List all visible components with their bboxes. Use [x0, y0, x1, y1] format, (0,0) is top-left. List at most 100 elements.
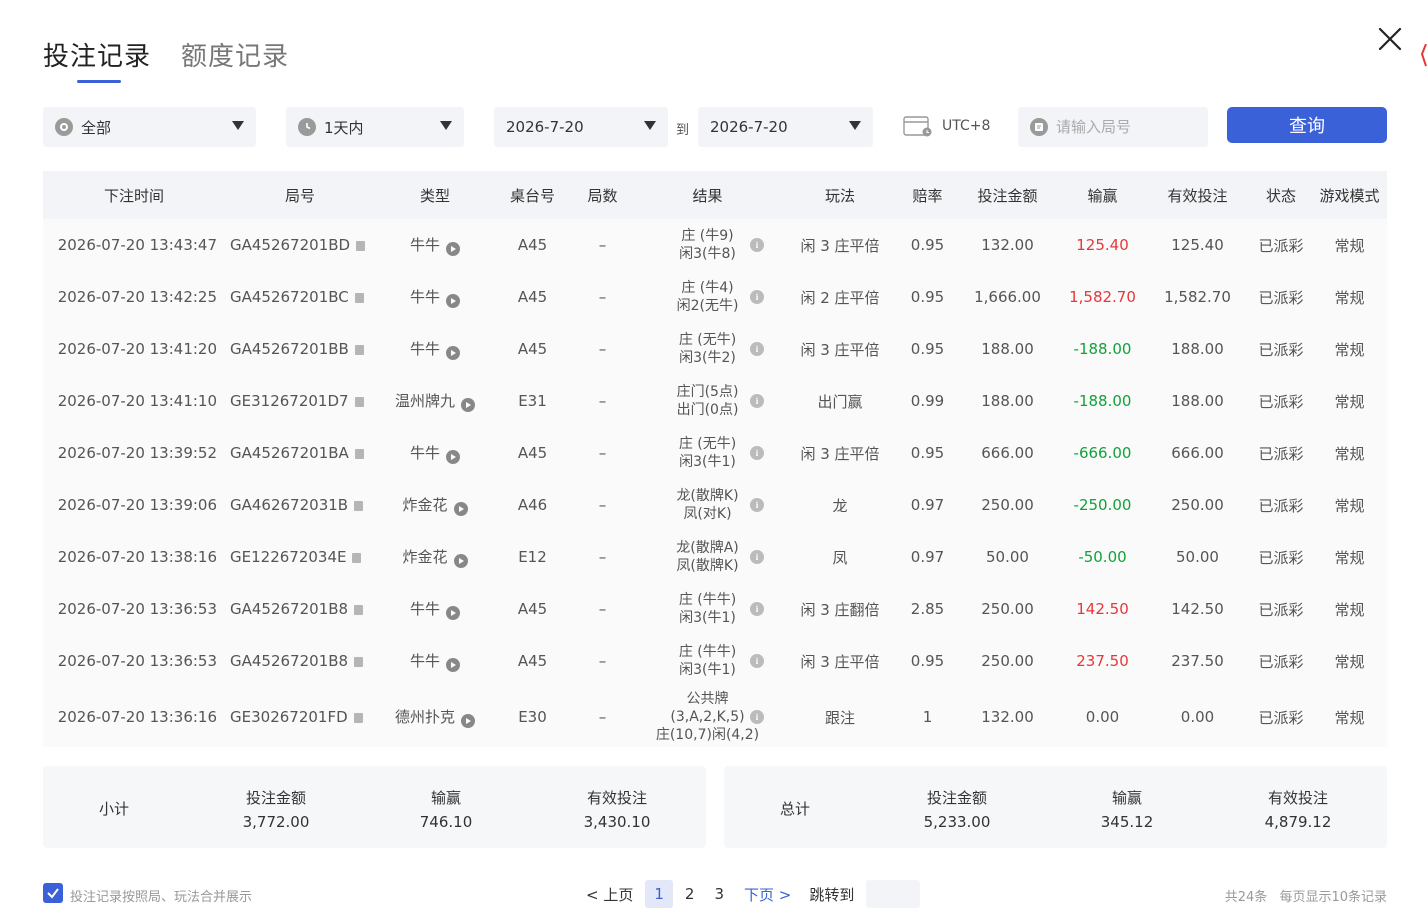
- table-row: 2026-07-20 13:41:20 GA45267201BB 牛牛 A45 – 庄 (…: [43, 323, 1387, 375]
- close-icon[interactable]: [1376, 25, 1404, 53]
- info-icon[interactable]: i: [750, 710, 764, 724]
- subtotal-panel: 小计 投注金额 3,772.00 输赢 746.10 有效投注 3,430.10: [43, 766, 706, 848]
- info-icon[interactable]: i: [750, 290, 764, 304]
- cell-table-no: A45: [517, 340, 548, 358]
- cell-odds: 1: [922, 708, 933, 726]
- play-icon[interactable]: [453, 502, 468, 516]
- cell-type: 牛牛: [375, 286, 495, 308]
- date-from-select[interactable]: 2026-7-20: [494, 107, 668, 147]
- cell-bet-time: 2026-07-20 13:36:16: [57, 708, 217, 726]
- game-type-text: 牛牛: [409, 288, 440, 306]
- info-icon[interactable]: i: [750, 394, 764, 408]
- play-icon[interactable]: [446, 450, 460, 464]
- prev-page-button[interactable]: < 上页: [580, 884, 639, 905]
- info-icon[interactable]: i: [750, 602, 764, 616]
- play-icon[interactable]: [453, 554, 468, 568]
- tab-bet-records[interactable]: 投注记录: [43, 36, 151, 83]
- cell-result: 庄 (牛牛) 闲3(牛1) i: [635, 591, 780, 627]
- copy-icon[interactable]: [354, 657, 364, 667]
- cell-odds: 0.97: [910, 496, 945, 514]
- cell-type: 牛牛: [375, 234, 495, 256]
- cell-game-mode: 常规: [1334, 708, 1365, 727]
- table-footer: 投注记录按照局、玩法合并展示 < 上页 1 2 3 下页 > 跳转到 共24条 …: [0, 880, 1427, 910]
- next-page-button[interactable]: 下页 >: [738, 884, 797, 905]
- info-icon[interactable]: i: [750, 550, 764, 564]
- cell-type: 牛牛: [375, 338, 495, 360]
- cell-bet-amount: 250.00: [981, 652, 1034, 670]
- cell-table-no: A45: [517, 288, 548, 306]
- total-win: 输赢 345.12: [1062, 786, 1192, 834]
- cell-bet-amount: 1,666.00: [974, 288, 1041, 306]
- info-icon[interactable]: i: [750, 446, 764, 460]
- total-panel: 总计 投注金额 5,233.00 输赢 345.12 有效投注 4,879.12: [724, 766, 1387, 848]
- time-range-select[interactable]: 1天内: [286, 107, 464, 147]
- table-row: 2026-07-20 13:36:53 GA45267201B8 牛牛 A45 – 庄 (…: [43, 635, 1387, 687]
- cell-valid-bet: 188.00: [1171, 392, 1224, 410]
- copy-icon[interactable]: [356, 241, 366, 251]
- game-type-text: 炸金花: [402, 496, 448, 514]
- chevron-down-icon: [849, 121, 861, 130]
- info-icon[interactable]: i: [750, 654, 764, 668]
- copy-icon[interactable]: [354, 605, 364, 615]
- category-select[interactable]: 全部: [43, 107, 256, 147]
- cell-bet-time: 2026-07-20 13:41:20: [57, 340, 217, 358]
- cell-bet-time: 2026-07-20 13:43:47: [57, 236, 217, 254]
- result-text: 庄 (无牛) 闲3(牛2): [679, 331, 736, 367]
- cell-round-count: –: [598, 288, 607, 306]
- merge-checkbox[interactable]: [43, 883, 63, 903]
- play-icon[interactable]: [446, 294, 460, 308]
- copy-icon[interactable]: [354, 345, 364, 355]
- copy-icon[interactable]: [354, 501, 364, 511]
- query-button[interactable]: 查询: [1227, 107, 1387, 143]
- play-icon[interactable]: [446, 346, 460, 360]
- info-icon[interactable]: i: [750, 238, 764, 252]
- result-line: 庄 (牛牛): [678, 592, 737, 608]
- game-type-text: 牛牛: [409, 236, 440, 254]
- header-odds: 赔率: [912, 186, 943, 205]
- copy-icon[interactable]: [354, 397, 364, 407]
- play-icon[interactable]: [446, 658, 460, 672]
- category-icon: [55, 118, 73, 136]
- subtotal-win-value: 746.10: [419, 813, 473, 831]
- pagination: < 上页 1 2 3 下页 > 跳转到: [580, 880, 921, 908]
- table-row: 2026-07-20 13:42:25 GA45267201BC 牛牛 A45 – 庄 (…: [43, 271, 1387, 323]
- header-result: 结果: [692, 186, 723, 205]
- result-line: 闲3(牛1): [679, 454, 736, 470]
- jump-page-input[interactable]: [866, 880, 921, 908]
- copy-icon[interactable]: [352, 553, 362, 563]
- per-page-text: 每页显示10条记录: [1279, 890, 1387, 905]
- play-icon[interactable]: [461, 714, 475, 728]
- play-icon[interactable]: [461, 398, 475, 412]
- info-icon[interactable]: i: [750, 342, 764, 356]
- cell-valid-bet: 0.00: [1180, 708, 1215, 726]
- copy-icon[interactable]: [353, 713, 363, 723]
- round-search-box[interactable]: [1018, 107, 1208, 147]
- header-valid-bet: 有效投注: [1167, 186, 1228, 205]
- cell-win-loss: -250.00: [1073, 496, 1132, 514]
- cell-type: 牛牛: [375, 650, 495, 672]
- cell-play: 闲 3 庄平倍: [800, 444, 880, 463]
- cell-win-loss: 125.40: [1076, 236, 1129, 254]
- play-icon[interactable]: [446, 606, 460, 620]
- result-line: 龙(散牌A): [676, 540, 739, 556]
- cell-odds: 0.95: [910, 236, 945, 254]
- search-icon: [1030, 118, 1048, 136]
- total-win-label: 输赢: [1111, 789, 1142, 807]
- cell-round-count: –: [598, 392, 607, 410]
- result-line: 公共牌: [686, 691, 729, 707]
- date-to-value: 2026-7-20: [710, 118, 788, 136]
- copy-icon[interactable]: [354, 293, 364, 303]
- page-1-button[interactable]: 1: [645, 880, 673, 908]
- cell-round-count: –: [598, 652, 607, 670]
- copy-icon[interactable]: [354, 449, 364, 459]
- date-to-select[interactable]: 2026-7-20: [698, 107, 873, 147]
- round-search-input[interactable]: [1056, 118, 1196, 136]
- result-text: 公共牌 (3,A,2,K,5) 庄(10,7)闲(4,2): [656, 690, 759, 744]
- tab-credit-records[interactable]: 额度记录: [181, 36, 289, 73]
- cell-round-no: GA45267201B8: [225, 600, 375, 618]
- info-icon[interactable]: i: [750, 498, 764, 512]
- play-icon[interactable]: [446, 242, 460, 256]
- page-2-button[interactable]: 2: [679, 885, 701, 903]
- cell-status: 已派彩: [1258, 444, 1304, 463]
- page-3-button[interactable]: 3: [708, 885, 730, 903]
